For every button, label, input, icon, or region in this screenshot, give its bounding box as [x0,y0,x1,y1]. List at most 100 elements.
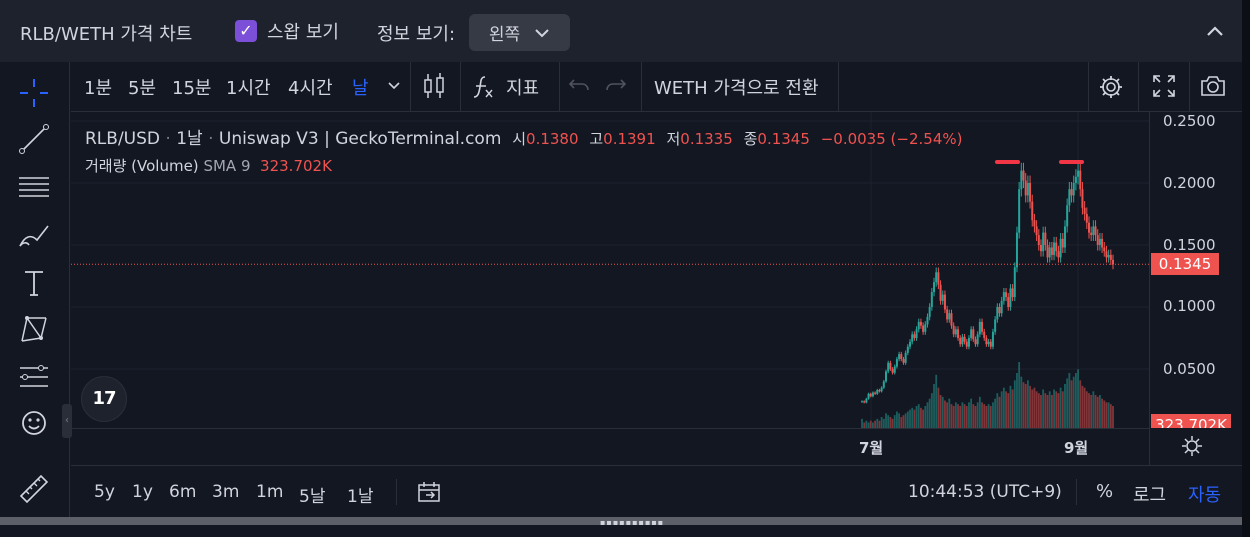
volume-legend: 거래량 (Volume) SMA 9 323.702K [85,155,332,176]
volume-bar [978,396,981,428]
candle [889,362,892,369]
range-1d[interactable]: 1날 [347,482,373,507]
candle [1061,238,1064,248]
candle [1101,238,1104,248]
price-chart[interactable]: RLB/USD · 1날 · Uniswap V3 | GeckoTermina… [71,112,1149,465]
undo-icon[interactable] [568,77,590,95]
trendline-tool[interactable] [15,120,53,158]
volume-bar [981,402,983,428]
volume-bar [1055,391,1058,428]
brush-tool[interactable] [15,216,53,254]
redo-icon[interactable] [605,77,627,95]
fib-tool[interactable] [15,168,53,206]
low-value: 0.1335 [680,130,733,148]
divider [641,62,642,112]
time-axis[interactable]: 7월 9월 [71,428,1149,465]
chart-title: RLB/WETH 가격 차트 [20,24,193,45]
candle [878,390,881,392]
candle [1018,189,1021,233]
timeframe-1m[interactable]: 1분 [84,74,112,100]
candle [1066,205,1069,227]
projection-tool[interactable] [15,358,53,396]
candle [1020,170,1023,190]
info-position-select[interactable]: 왼쪽 [469,14,570,51]
candle [919,321,922,326]
candle [1103,247,1106,252]
percent-scale-toggle[interactable]: % [1096,481,1113,502]
chevron-up-icon[interactable] [1202,18,1228,44]
timeframe-4h[interactable]: 4시간 [288,74,333,100]
candle [874,392,877,394]
candle [871,392,874,397]
candle [989,341,992,347]
volume-value: 323.702K [260,157,332,175]
fullscreen-icon[interactable] [1152,74,1176,98]
high-value: 0.1391 [603,130,656,148]
volume-bar [887,415,890,428]
ruler-tool[interactable] [15,470,53,508]
clock-timezone[interactable]: 10:44:53 (UTC+9) [908,482,1062,502]
low-label: 저 [666,130,681,148]
range-3m[interactable]: 3m [212,482,239,502]
range-6m[interactable]: 6m [169,482,196,502]
range-5d[interactable]: 5날 [299,482,325,507]
volume-bar [1048,391,1051,428]
log-scale-toggle[interactable]: 로그 [1133,481,1166,507]
candle [867,393,870,399]
swap-toggle[interactable]: ✓ 스왑 보기 [235,18,339,44]
candle [1109,254,1112,260]
pattern-tool[interactable] [15,310,53,348]
candle [930,292,933,307]
high-label: 고 [589,130,604,148]
candle [1026,183,1029,196]
volume-bar [1031,389,1034,428]
timeframe-day[interactable]: 날 [352,74,369,100]
checkbox-checked-icon[interactable]: ✓ [235,20,257,42]
volume-bar [974,406,977,428]
volume-bar [882,418,885,428]
emoji-tool[interactable] [15,404,53,442]
convert-weth-button[interactable]: WETH 가격으로 전환 [654,74,819,100]
volume-bar [917,404,920,428]
function-icon[interactable] [471,73,497,101]
volume-bar [1081,385,1084,428]
candlestick-icon[interactable] [421,72,447,100]
axis-settings-icon[interactable] [1180,434,1204,458]
indicators-button[interactable]: 지표 [506,74,539,100]
divider [1189,62,1190,112]
candle [1031,201,1034,221]
candle [1055,242,1058,252]
chevron-down-icon[interactable] [387,81,401,91]
candle [950,313,953,326]
camera-icon[interactable] [1199,73,1227,99]
price-axis[interactable]: 0.2500 0.2000 0.1500 0.1000 0.0500 0.134… [1149,112,1242,465]
crosshair-tool[interactable] [15,74,53,112]
volume-bar [906,411,909,428]
legend-source: Uniswap V3 [218,129,319,149]
volume-bar [861,418,863,428]
volume-bar [994,398,997,428]
volume-bar [950,404,953,428]
legend-interval: 1날 [176,129,203,149]
calendar-range-icon[interactable] [416,480,442,504]
auto-scale-toggle[interactable]: 자동 [1188,481,1221,507]
timeframe-5m[interactable]: 5분 [128,74,156,100]
trendline-icon [19,124,49,154]
range-5y[interactable]: 5y [94,482,115,502]
timeframe-1h[interactable]: 1시간 [226,74,271,100]
range-1y[interactable]: 1y [132,482,153,502]
candle [948,313,951,320]
range-1m[interactable]: 1m [256,482,283,502]
legend-symbol: RLB/USD [85,129,160,149]
volume-bar [922,409,925,428]
candle [1063,226,1066,248]
brush-icon [19,225,49,247]
volume-bar [939,395,942,428]
candle [922,325,925,332]
volume-bar [1046,395,1049,428]
timeframe-15m[interactable]: 15분 [172,74,211,100]
text-tool[interactable] [15,264,53,302]
tradingview-logo[interactable]: 17 [81,376,127,422]
volume-bar [896,411,898,428]
gear-icon[interactable] [1097,73,1125,101]
